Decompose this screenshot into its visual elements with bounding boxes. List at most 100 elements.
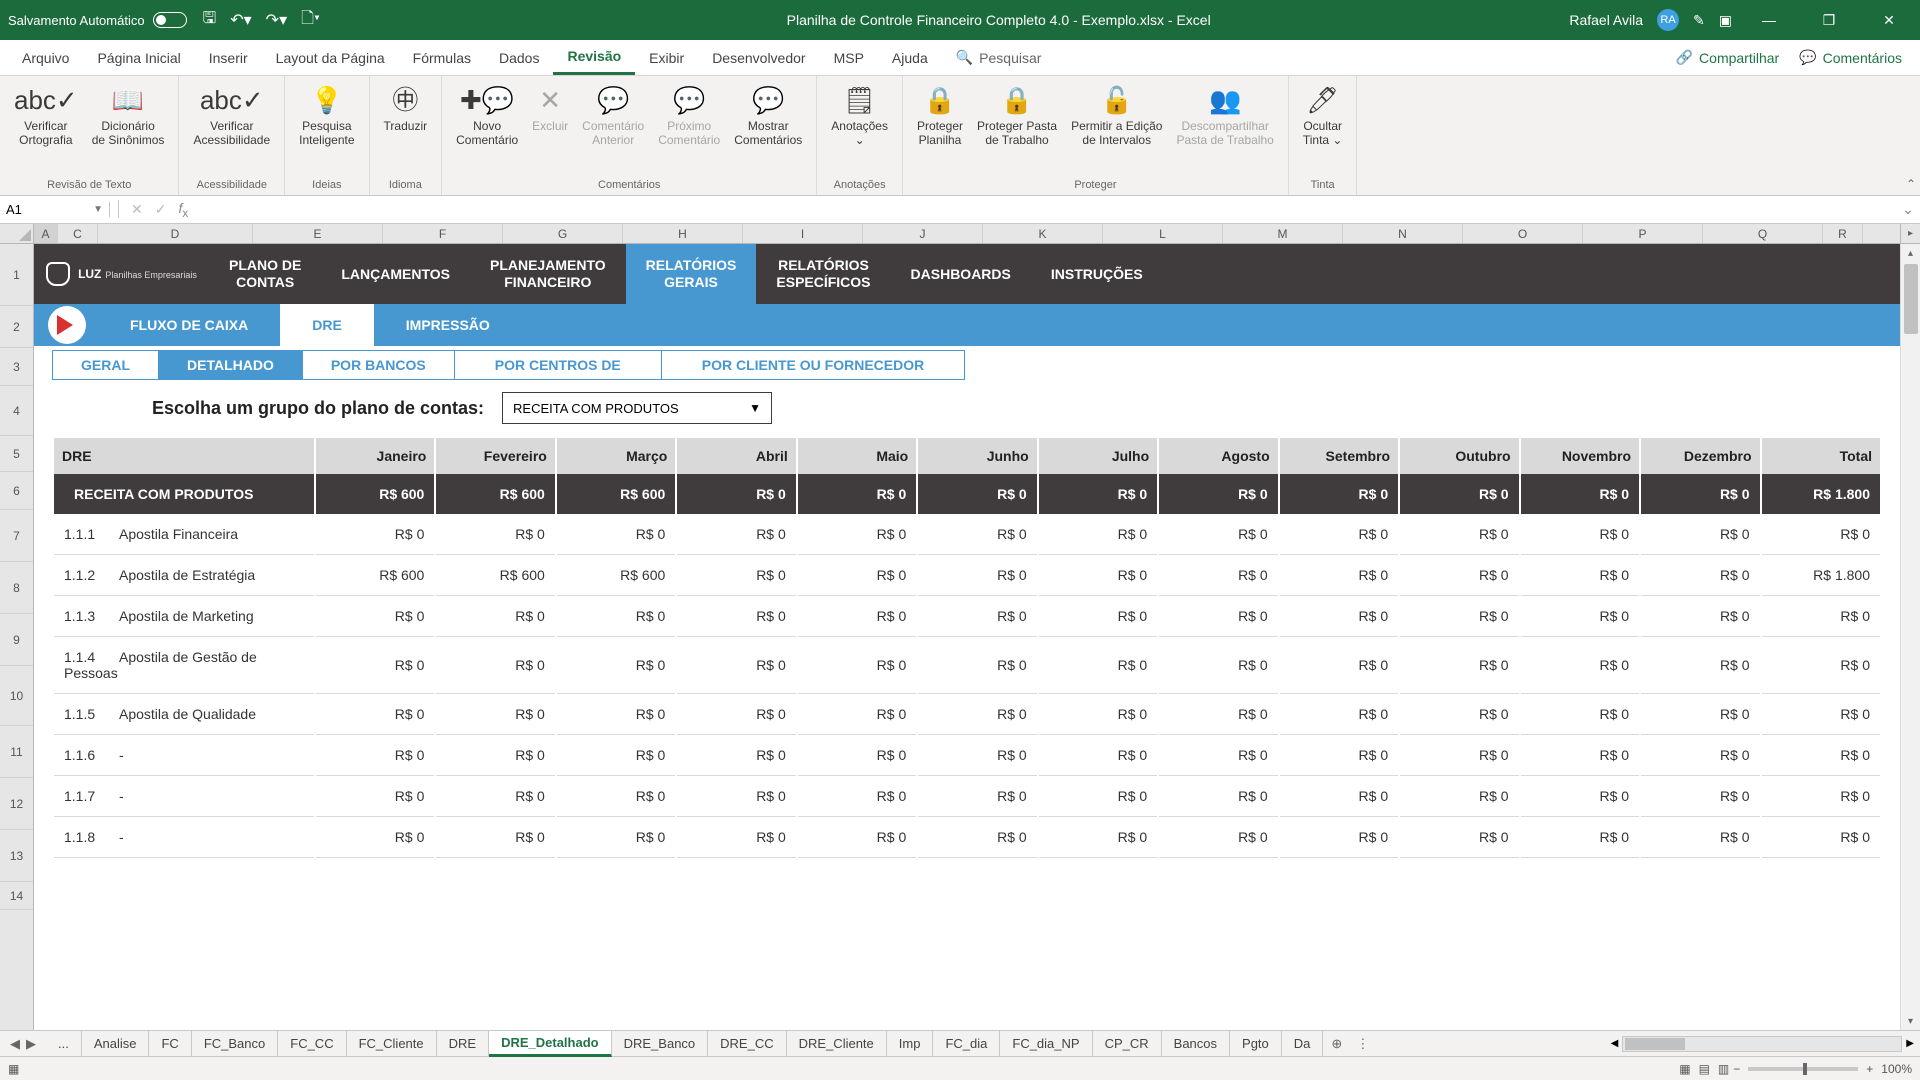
nav-item[interactable]: RELATÓRIOSGERAIS xyxy=(626,244,757,304)
ribbon-cmd[interactable]: ㊥Traduzir xyxy=(378,80,434,177)
touch-mode-icon[interactable]: 🗋▾ xyxy=(301,7,320,34)
nav-item[interactable]: PLANO DECONTAS xyxy=(209,244,321,304)
ribbon-tab-ajuda[interactable]: Ajuda xyxy=(878,40,942,75)
ribbon-cmd[interactable]: 🔓Permitir a Ediçãode Intervalos xyxy=(1065,80,1168,177)
sheet-tab-Imp[interactable]: Imp xyxy=(887,1031,934,1056)
nav-item[interactable]: DASHBOARDS xyxy=(891,244,1031,304)
ribbon-tab-revisão[interactable]: Revisão xyxy=(553,40,635,75)
user-avatar[interactable]: RA xyxy=(1657,9,1679,31)
ribbon-tab-msp[interactable]: MSP xyxy=(820,40,878,75)
col-header-M[interactable]: M xyxy=(1223,224,1343,243)
ribbon-tab-dados[interactable]: Dados xyxy=(485,40,553,75)
collapse-ribbon-icon[interactable]: ⌃ xyxy=(1906,177,1916,191)
row-header-2[interactable]: 2 xyxy=(0,306,33,348)
comments-button[interactable]: 💬 Comentários xyxy=(1789,49,1912,66)
subtab-impressão[interactable]: IMPRESSÃO xyxy=(374,304,522,346)
add-sheet-icon[interactable]: ⊕ xyxy=(1323,1036,1350,1052)
ribbon-tab-desenvolvedor[interactable]: Desenvolvedor xyxy=(698,40,819,75)
ribbon-tab-fórmulas[interactable]: Fórmulas xyxy=(399,40,485,75)
nav-item[interactable]: LANÇAMENTOS xyxy=(321,244,470,304)
col-header-L[interactable]: L xyxy=(1103,224,1223,243)
sheet-tab-FC_Banco[interactable]: FC_Banco xyxy=(192,1031,278,1056)
col-header-A[interactable]: A xyxy=(34,224,58,243)
sheet-tab-Analise[interactable]: Analise xyxy=(82,1031,150,1056)
sheet-tab-DRE_Detalhado[interactable]: DRE_Detalhado xyxy=(489,1031,612,1057)
close-button[interactable]: ✕ xyxy=(1866,12,1912,29)
cancel-icon[interactable]: ✕ xyxy=(131,201,143,218)
tell-me-search[interactable]: 🔍 Pesquisar xyxy=(942,40,1056,75)
ribbon-display-icon[interactable]: ▣ xyxy=(1719,12,1732,29)
row-header-9[interactable]: 9 xyxy=(0,614,33,666)
name-box[interactable]: A1▼ xyxy=(0,202,110,217)
zoom-control[interactable]: −+ 100% xyxy=(1733,1062,1912,1076)
col-header-J[interactable]: J xyxy=(863,224,983,243)
vertical-scrollbar[interactable]: ▴ ▾ xyxy=(1900,244,1920,1030)
row-header-8[interactable]: 8 xyxy=(0,562,33,614)
col-header-G[interactable]: G xyxy=(503,224,623,243)
redo-icon[interactable]: ↷▾ xyxy=(266,10,287,30)
row-header-1[interactable]: 1 xyxy=(0,244,33,306)
ribbon-cmd[interactable]: 💬MostrarComentários xyxy=(728,80,808,177)
expand-formula-icon[interactable]: ⌄ xyxy=(1896,201,1920,218)
nav-item[interactable]: RELATÓRIOSESPECÍFICOS xyxy=(756,244,890,304)
col-header-R[interactable]: R xyxy=(1823,224,1863,243)
sheet-tab-Bancos[interactable]: Bancos xyxy=(1162,1031,1230,1056)
ribbon-tab-layout-da-página[interactable]: Layout da Página xyxy=(262,40,399,75)
maximize-button[interactable]: ❐ xyxy=(1806,12,1852,29)
row-header-7[interactable]: 7 xyxy=(0,510,33,562)
col-header-I[interactable]: I xyxy=(743,224,863,243)
col-header-H[interactable]: H xyxy=(623,224,743,243)
col-header-Q[interactable]: Q xyxy=(1703,224,1823,243)
filter-btn[interactable]: GERAL xyxy=(52,350,159,380)
sheet-tab-DRE_CC[interactable]: DRE_CC xyxy=(708,1031,786,1056)
ribbon-tab-página-inicial[interactable]: Página Inicial xyxy=(83,40,194,75)
ribbon-cmd[interactable]: 🗒Anotações⌄ xyxy=(825,80,894,177)
col-header-C[interactable]: C xyxy=(58,224,98,243)
subtab-fluxo-de-caixa[interactable]: FLUXO DE CAIXA xyxy=(98,304,280,346)
save-icon[interactable]: 🖫 xyxy=(203,7,217,34)
sheet-tab-FC_CC[interactable]: FC_CC xyxy=(278,1031,346,1056)
row-header-11[interactable]: 11 xyxy=(0,726,33,778)
row-header-4[interactable]: 4 xyxy=(0,386,33,436)
play-icon[interactable] xyxy=(48,306,86,344)
minimize-button[interactable]: — xyxy=(1746,12,1792,28)
ribbon-cmd[interactable]: 💡PesquisaInteligente xyxy=(293,80,360,177)
col-header-O[interactable]: O xyxy=(1463,224,1583,243)
row-header-12[interactable]: 12 xyxy=(0,778,33,830)
select-all-corner[interactable] xyxy=(0,224,33,244)
row-header-5[interactable]: 5 xyxy=(0,436,33,472)
sheet-tab-DRE[interactable]: DRE xyxy=(437,1031,489,1056)
row-header-3[interactable]: 3 xyxy=(0,348,33,386)
filter-btn[interactable]: POR BANCOS xyxy=(302,350,455,380)
toggle-icon[interactable] xyxy=(153,12,187,28)
group-select[interactable]: RECEITA COM PRODUTOS▼ xyxy=(502,392,772,424)
ribbon-cmd[interactable]: ✚💬NovoComentário xyxy=(450,80,524,177)
col-header-D[interactable]: D xyxy=(98,224,253,243)
sheet-tab-...[interactable]: ... xyxy=(46,1031,82,1056)
ribbon-cmd[interactable]: 🔒ProtegerPlanilha xyxy=(911,80,969,177)
coming-soon-icon[interactable]: ✎ xyxy=(1693,12,1705,29)
row-header-13[interactable]: 13 xyxy=(0,830,33,882)
undo-icon[interactable]: ↶▾ xyxy=(230,10,251,30)
sheet-tab-FC_dia[interactable]: FC_dia xyxy=(933,1031,1000,1056)
filter-btn[interactable]: POR CLIENTE OU FORNECEDOR xyxy=(661,350,965,380)
col-header-N[interactable]: N xyxy=(1343,224,1463,243)
row-header-14[interactable]: 14 xyxy=(0,882,33,910)
ribbon-cmd[interactable]: 🔒Proteger Pastade Trabalho xyxy=(971,80,1063,177)
col-header-P[interactable]: P xyxy=(1583,224,1703,243)
col-scroll-right[interactable]: ▸ xyxy=(1900,224,1920,244)
filter-btn[interactable]: POR CENTROS DE xyxy=(454,350,662,380)
subtab-dre[interactable]: DRE xyxy=(280,304,374,346)
ribbon-cmd[interactable]: 📖Dicionáriode Sinônimos xyxy=(86,80,171,177)
enter-icon[interactable]: ✓ xyxy=(155,201,167,218)
row-header-10[interactable]: 10 xyxy=(0,666,33,726)
nav-item[interactable]: INSTRUÇÕES xyxy=(1031,244,1163,304)
ribbon-tab-inserir[interactable]: Inserir xyxy=(195,40,262,75)
col-header-K[interactable]: K xyxy=(983,224,1103,243)
sheet-tab-DRE_Banco[interactable]: DRE_Banco xyxy=(612,1031,709,1056)
sheet-tab-FC_Cliente[interactable]: FC_Cliente xyxy=(347,1031,437,1056)
fx-icon[interactable]: fx xyxy=(178,200,188,220)
horizontal-scrollbar[interactable]: ◀ ▶ xyxy=(1611,1036,1920,1052)
ribbon-tab-arquivo[interactable]: Arquivo xyxy=(8,40,83,75)
nav-item[interactable]: PLANEJAMENTOFINANCEIRO xyxy=(470,244,626,304)
